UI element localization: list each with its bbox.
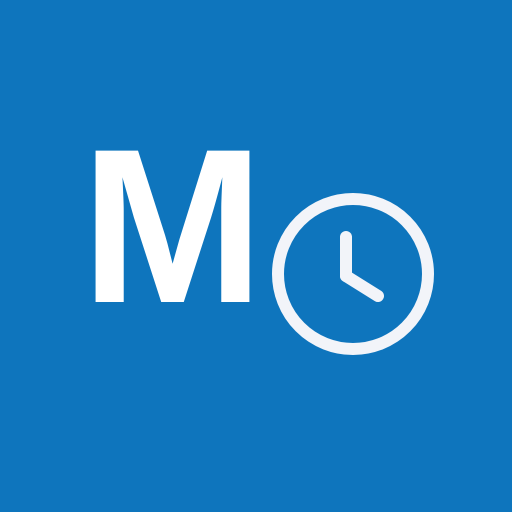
app-icon-letter: M xyxy=(80,103,265,349)
clock-icon xyxy=(272,193,434,355)
app-icon: M xyxy=(0,0,512,512)
